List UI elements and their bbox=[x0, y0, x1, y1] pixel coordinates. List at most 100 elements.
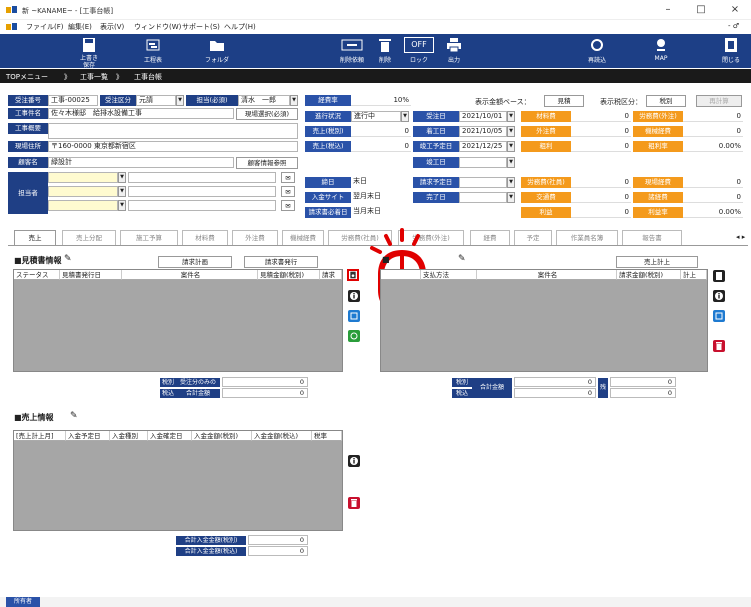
trash-icon[interactable] bbox=[348, 497, 360, 509]
info-icon[interactable] bbox=[348, 290, 360, 302]
tab-0[interactable]: 売上 bbox=[14, 230, 56, 245]
chevron-down-icon[interactable]: ▼ bbox=[401, 111, 409, 122]
menu-help[interactable]: ヘルプ(H) bbox=[224, 22, 256, 32]
owner-select[interactable]: 清水 一郎 bbox=[238, 95, 290, 106]
overview-field[interactable] bbox=[48, 123, 298, 139]
col-payment-method[interactable]: 支払方法 bbox=[421, 270, 477, 280]
col-billing[interactable]: 請求 bbox=[320, 270, 342, 280]
tab-5[interactable]: 機械経費 bbox=[282, 230, 324, 245]
menu-edit[interactable]: 編集(E) bbox=[68, 22, 92, 32]
staff-contact-3[interactable] bbox=[128, 200, 276, 211]
col-deposit-in[interactable]: 入金金額(税込) bbox=[252, 431, 312, 441]
close-screen-button[interactable]: 閉じる bbox=[716, 34, 746, 68]
start-date-field[interactable]: 2021/10/05 bbox=[459, 126, 507, 137]
calendar-dropdown-icon[interactable]: ▼ bbox=[507, 126, 515, 137]
invoice-issue-button[interactable]: 請求書発行 bbox=[244, 256, 318, 268]
map-button[interactable]: MAP bbox=[646, 34, 676, 68]
tab-8[interactable]: 経費 bbox=[470, 230, 510, 245]
new-document-icon[interactable] bbox=[347, 269, 359, 281]
order-date-field[interactable]: 2021/10/01 bbox=[459, 111, 507, 122]
staff-select-1[interactable] bbox=[48, 172, 118, 183]
calendar-dropdown-icon[interactable]: ▼ bbox=[507, 192, 515, 203]
chevron-down-icon[interactable]: ▼ bbox=[118, 172, 126, 183]
pin-icon[interactable]: ✎ bbox=[458, 254, 466, 264]
tax-button[interactable]: 税別 bbox=[646, 95, 686, 107]
progress-select[interactable]: 進行中 bbox=[351, 111, 401, 122]
refresh-icon[interactable] bbox=[348, 330, 360, 342]
col-posted[interactable]: 計上 bbox=[681, 270, 707, 280]
billing-plan-button[interactable]: 請求計画 bbox=[158, 256, 232, 268]
col-case-name[interactable]: 案件名 bbox=[122, 270, 258, 280]
chevron-down-icon[interactable]: ▼ bbox=[176, 95, 184, 106]
minimize-button[interactable]: – bbox=[653, 2, 683, 18]
end-plan-field[interactable]: 2021/12/25 bbox=[459, 141, 507, 152]
calendar-dropdown-icon[interactable]: ▼ bbox=[507, 141, 515, 152]
tab-scroll-arrows[interactable]: ◂ ▸ bbox=[736, 233, 745, 241]
mail-icon[interactable]: ✉ bbox=[281, 186, 295, 197]
calendar-dropdown-icon[interactable]: ▼ bbox=[507, 177, 515, 188]
document-icon[interactable] bbox=[713, 270, 725, 282]
recalc-button[interactable]: 再計算 bbox=[696, 95, 742, 107]
col-post-month[interactable]: [売上計上月] bbox=[14, 431, 66, 441]
bill-plan-field[interactable] bbox=[459, 177, 507, 188]
app-menu-icon[interactable] bbox=[6, 22, 18, 32]
col-deposit-type[interactable]: 入金種別 bbox=[110, 431, 148, 441]
copy-icon[interactable] bbox=[713, 310, 725, 322]
site-select-button[interactable]: 現場選択(必須) bbox=[236, 108, 298, 120]
reload-button[interactable]: 再読込 bbox=[582, 34, 612, 68]
sales-grid[interactable]: [売上計上月] 入金予定日 入金種別 入金確定日 入金金額(税別) 入金金額(税… bbox=[13, 430, 343, 531]
tab-4[interactable]: 外注費 bbox=[232, 230, 278, 245]
col-deposit-plan[interactable]: 入金予定日 bbox=[66, 431, 110, 441]
tab-9[interactable]: 予定 bbox=[514, 230, 552, 245]
customer-ref-button[interactable]: 顧客情報参照 bbox=[236, 157, 298, 169]
col-blank[interactable] bbox=[381, 270, 421, 280]
col-case-name[interactable]: 案件名 bbox=[477, 270, 617, 280]
col-tax-rate[interactable]: 税率 bbox=[312, 431, 342, 441]
col-deposit-ex[interactable]: 入金金額(税別) bbox=[192, 431, 252, 441]
expense-rate-field[interactable]: 10% bbox=[351, 95, 411, 106]
folder-button[interactable]: フォルダ bbox=[200, 34, 234, 68]
save-button[interactable]: 上書き 保存 bbox=[72, 34, 106, 69]
tab-11[interactable]: 報告書 bbox=[622, 230, 682, 245]
print-button[interactable]: 出力 bbox=[440, 34, 468, 68]
tab-3[interactable]: 材料費 bbox=[182, 230, 228, 245]
staff-contact-1[interactable] bbox=[128, 172, 276, 183]
order-type-select[interactable]: 元請 bbox=[136, 95, 176, 106]
calendar-dropdown-icon[interactable]: ▼ bbox=[507, 111, 515, 122]
chevron-down-icon[interactable]: ▼ bbox=[290, 95, 298, 106]
staff-select-3[interactable] bbox=[48, 200, 118, 211]
amount-base-button[interactable]: 見積 bbox=[544, 95, 584, 107]
done-date-field[interactable] bbox=[459, 192, 507, 203]
delete-button[interactable]: 削除 bbox=[372, 34, 398, 68]
tab-2[interactable]: 施工予算 bbox=[120, 230, 178, 245]
inner-window-controls[interactable]: - ♂ bbox=[728, 22, 739, 30]
address-field[interactable]: 〒160-0000 東京都新宿区 bbox=[48, 141, 298, 152]
estimate-grid[interactable]: ステータス 見積書発行日 案件名 見積金額(税別) 請求 bbox=[13, 269, 343, 372]
trash-icon[interactable] bbox=[713, 340, 725, 352]
mail-icon[interactable]: ✉ bbox=[281, 200, 295, 211]
pencil-icon[interactable]: ✎ bbox=[70, 411, 78, 421]
menu-support[interactable]: サポート(S) bbox=[182, 22, 220, 32]
copy-icon[interactable] bbox=[348, 310, 360, 322]
schedule-button[interactable]: 工程表 bbox=[136, 34, 170, 68]
pin-icon[interactable]: ✎ bbox=[64, 254, 72, 264]
staff-contact-2[interactable] bbox=[128, 186, 276, 197]
mail-icon[interactable]: ✉ bbox=[281, 172, 295, 183]
invoice-grid[interactable]: 支払方法 案件名 請求金額(税別) 計上 bbox=[380, 269, 708, 372]
breadcrumb-top[interactable]: TOPメニュー bbox=[6, 72, 48, 82]
chevron-down-icon[interactable]: ▼ bbox=[118, 200, 126, 211]
delete-request-button[interactable]: 削除依頼 bbox=[336, 34, 368, 68]
site-name-field[interactable]: 佐々木様邸 給排水設備工事 bbox=[48, 108, 234, 119]
maximize-button[interactable]: □ bbox=[686, 2, 716, 18]
info-icon[interactable] bbox=[348, 455, 360, 467]
tab-1[interactable]: 売上分配 bbox=[62, 230, 116, 245]
menu-window[interactable]: ウィンドウ(W) bbox=[134, 22, 181, 32]
chevron-down-icon[interactable]: ▼ bbox=[118, 186, 126, 197]
order-no-field[interactable]: 工事-00025 bbox=[48, 95, 98, 106]
lock-toggle[interactable]: OFF ロック bbox=[402, 34, 436, 68]
staff-select-2[interactable] bbox=[48, 186, 118, 197]
col-estimate-amount[interactable]: 見積金額(税別) bbox=[258, 270, 320, 280]
breadcrumb-list[interactable]: 工事一覧 bbox=[80, 72, 108, 82]
col-status[interactable]: ステータス bbox=[14, 270, 60, 280]
end-date-field[interactable] bbox=[459, 157, 507, 168]
